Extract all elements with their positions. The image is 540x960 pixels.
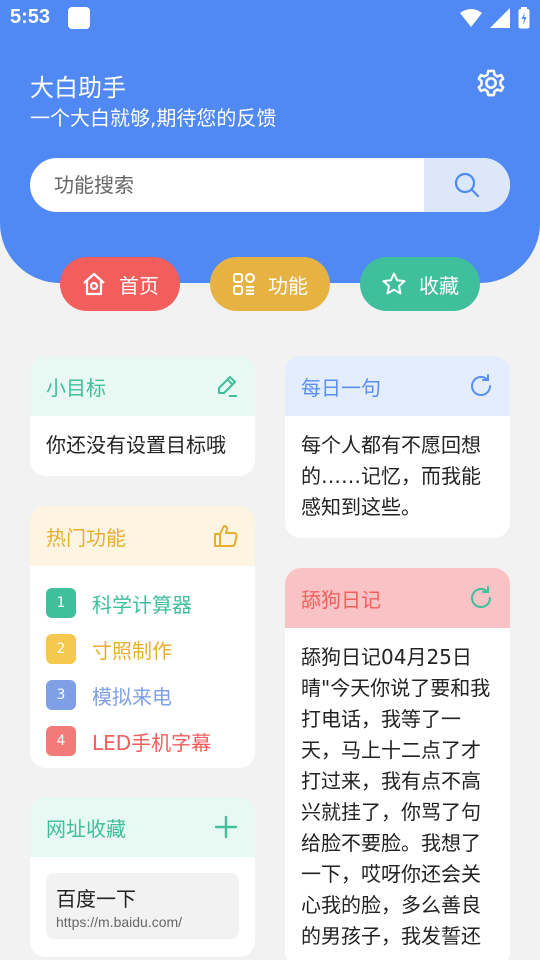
- hot-item-label: 科学计算器: [92, 592, 192, 617]
- goal-card[interactable]: 小目标 你还没有设置目标哦: [30, 356, 255, 476]
- goal-card-header: 小目标: [30, 356, 255, 416]
- daily-card-header: 每日一句: [285, 356, 510, 416]
- diary-card-header: 舔狗日记: [285, 568, 510, 628]
- refresh-icon[interactable]: [468, 373, 494, 399]
- hot-item-number: 4: [46, 726, 76, 756]
- search-input[interactable]: [30, 158, 424, 212]
- search-icon: [454, 172, 480, 198]
- hot-item-led-subtitle[interactable]: 4 LED手机字幕: [46, 718, 239, 764]
- app-title: 大白助手: [30, 74, 126, 102]
- add-plus-icon[interactable]: [213, 814, 239, 840]
- hot-item-number: 3: [46, 680, 76, 710]
- goal-card-content: 你还没有设置目标哦: [46, 433, 226, 457]
- hot-card-header: 热门功能: [30, 506, 255, 566]
- hot-item-number: 1: [46, 588, 76, 618]
- header-background: [0, 0, 540, 283]
- apps-grid-icon: [233, 273, 255, 295]
- status-time: 5:53: [10, 6, 51, 28]
- nav-home-button[interactable]: 首页: [60, 257, 180, 311]
- hot-functions-card: 热门功能 1 科学计算器 2 寸照制作 3 模拟来电 4 LED手机字幕: [30, 506, 255, 768]
- hot-item-id-photo[interactable]: 2 寸照制作: [46, 626, 239, 672]
- nav-home-label: 首页: [119, 273, 159, 298]
- url-item[interactable]: 百度一下 https://m.baidu.com/: [46, 873, 239, 939]
- edit-pencil-icon[interactable]: [215, 374, 239, 398]
- hot-item-label: LED手机字幕: [92, 730, 212, 755]
- nav-favorites-label: 收藏: [419, 273, 459, 298]
- hot-item-label: 寸照制作: [92, 638, 172, 663]
- wifi-icon: [460, 9, 482, 27]
- daily-card-title: 每日一句: [301, 375, 381, 400]
- thumbs-up-icon: [214, 525, 238, 547]
- nav-functions-label: 功能: [268, 273, 308, 298]
- settings-gear-icon[interactable]: [474, 66, 508, 100]
- star-icon: [382, 272, 406, 295]
- nav-functions-button[interactable]: 功能: [210, 257, 330, 311]
- hot-item-label: 模拟来电: [92, 684, 172, 709]
- notification-icon: [68, 7, 90, 29]
- refresh-icon[interactable]: [468, 585, 494, 611]
- goal-card-title: 小目标: [46, 375, 106, 400]
- home-icon: [83, 272, 105, 296]
- url-card-header: 网址收藏: [30, 797, 255, 857]
- daily-quote-card: 每日一句 每个人都有不愿回想的……记忆，而我能感知到这些。: [285, 356, 510, 538]
- signal-icon: [490, 8, 510, 28]
- diary-card-title: 舔狗日记: [301, 587, 381, 612]
- url-card-title: 网址收藏: [46, 816, 126, 841]
- battery-icon: [518, 7, 530, 29]
- url-item-link: https://m.baidu.com/: [56, 914, 183, 930]
- diary-card-content: 舔狗日记04月25日晴"今天你说了要和我打电话，我等了一天，马上十二点了才打过来…: [301, 645, 491, 948]
- hot-item-fake-call[interactable]: 3 模拟来电: [46, 672, 239, 718]
- hot-card-title: 热门功能: [46, 525, 126, 550]
- nav-favorites-button[interactable]: 收藏: [360, 257, 480, 311]
- hot-item-number: 2: [46, 634, 76, 664]
- daily-card-content: 每个人都有不愿回想的……记忆，而我能感知到这些。: [301, 433, 481, 519]
- search-bar: [30, 158, 510, 212]
- url-item-name: 百度一下: [56, 887, 136, 911]
- hot-item-calculator[interactable]: 1 科学计算器: [46, 580, 239, 626]
- search-button[interactable]: [424, 158, 510, 212]
- url-favorites-card: 网址收藏 百度一下 https://m.baidu.com/: [30, 797, 255, 957]
- app-subtitle: 一个大白就够,期待您的反馈: [30, 106, 277, 130]
- diary-card: 舔狗日记 舔狗日记04月25日晴"今天你说了要和我打电话，我等了一天，马上十二点…: [285, 568, 510, 960]
- status-bar: 5:53: [0, 0, 540, 36]
